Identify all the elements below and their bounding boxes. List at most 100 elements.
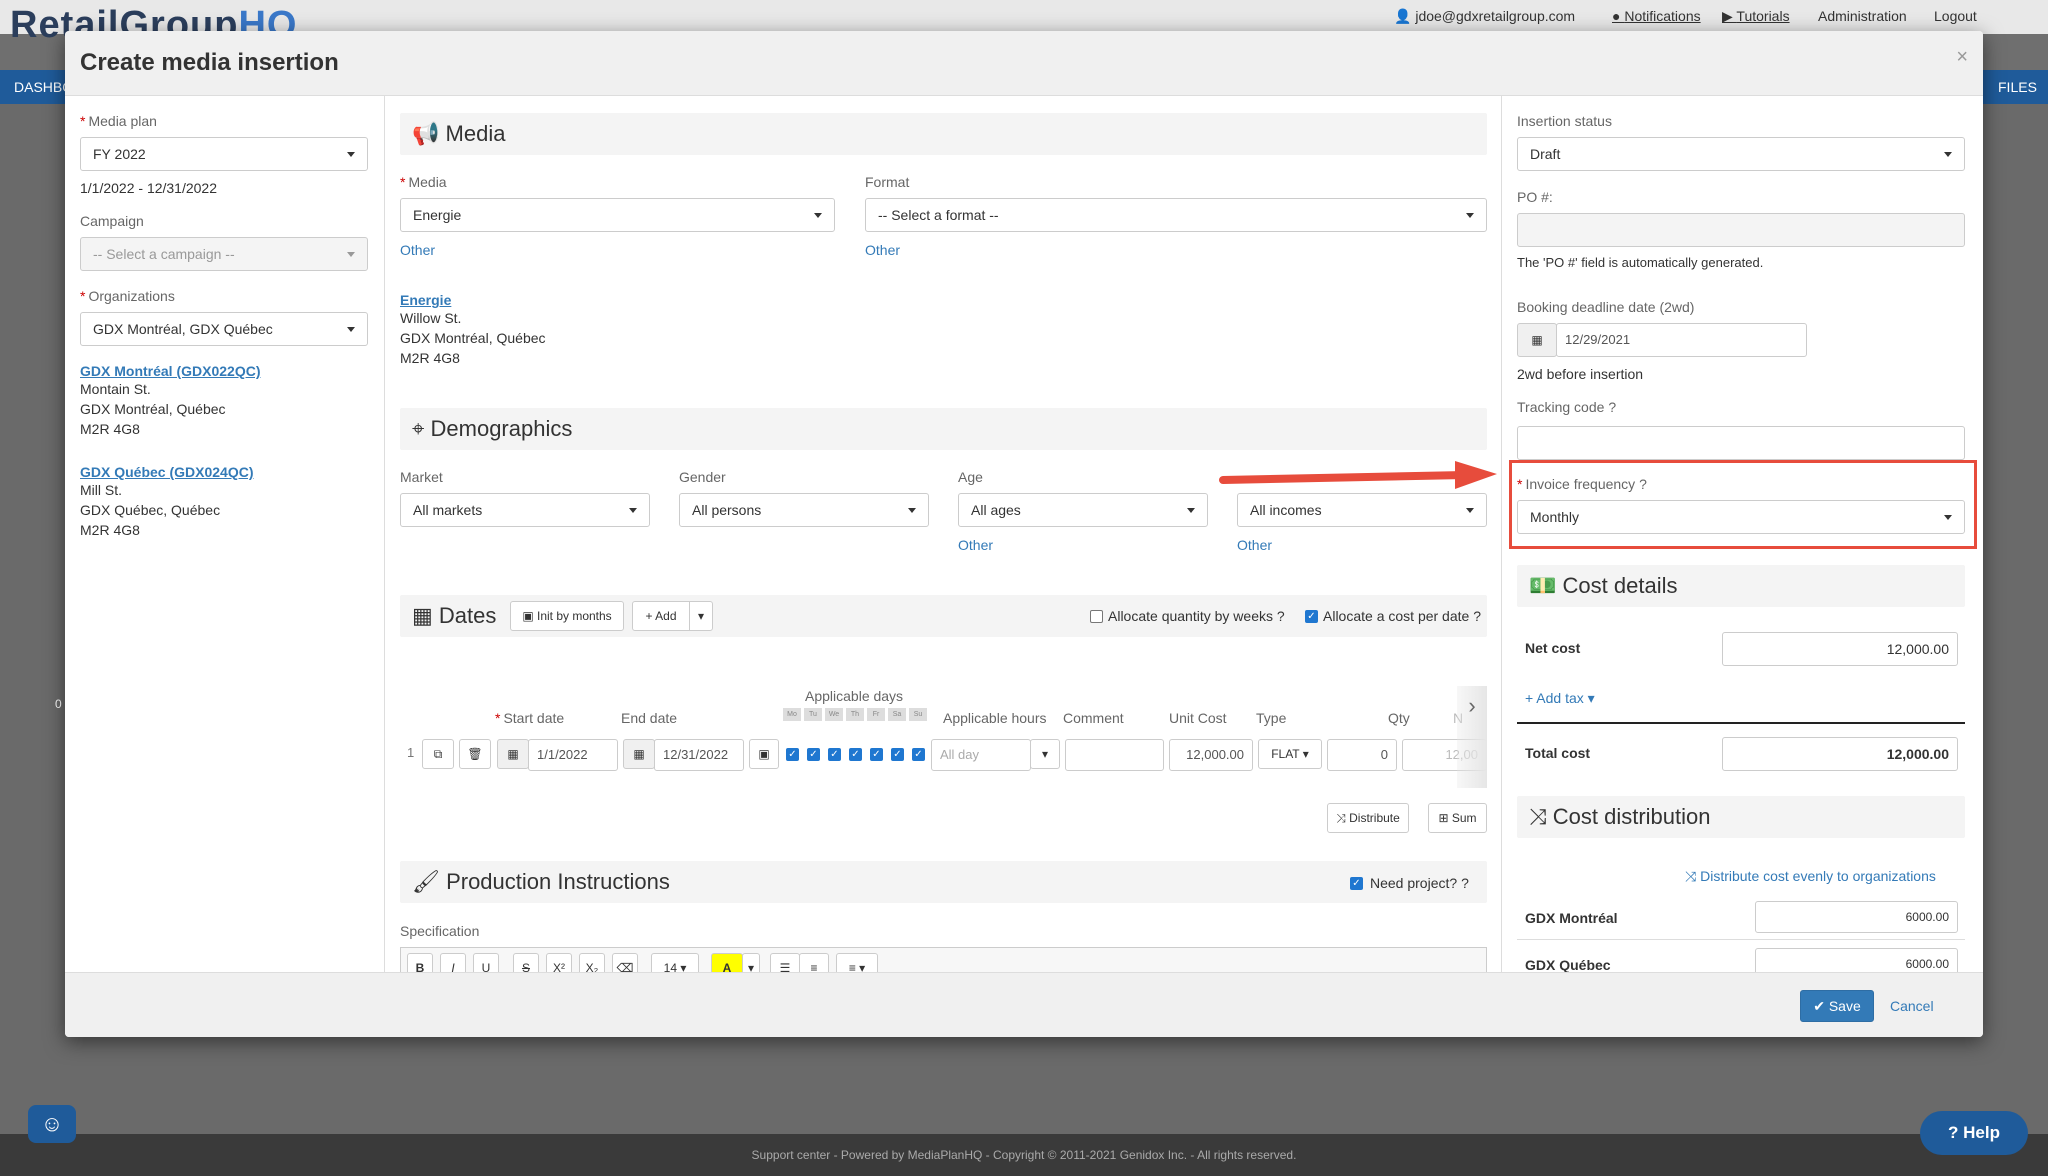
help-button[interactable]: ? Help <box>1920 1111 2028 1155</box>
bold-icon[interactable]: B <box>407 953 433 972</box>
tutorials-link[interactable]: ▶ Tutorials <box>1722 8 1790 25</box>
booking-calendar-icon[interactable]: ▦ <box>1517 323 1557 357</box>
income-other-link[interactable]: Other <box>1237 537 1272 553</box>
color-dropdown-icon[interactable]: ▾ <box>742 953 760 972</box>
day-checkbox[interactable]: ✓ <box>870 748 883 761</box>
day-header: Su <box>909 708 927 721</box>
chat-bot-icon[interactable]: ☺ <box>28 1105 76 1143</box>
campaign-label: Campaign <box>80 213 144 229</box>
copy-row-icon[interactable]: ⧉ <box>422 739 454 769</box>
tracking-code-input[interactable] <box>1517 426 1965 460</box>
user-menu[interactable]: 👤 jdoe@gdxretailgroup.com <box>1394 8 1575 25</box>
total-cost-input[interactable]: 12,000.00 <box>1722 737 1958 771</box>
demographics-section-header: ⌖ Demographics <box>400 408 1487 450</box>
bg-axis-zero: 0 <box>55 697 62 711</box>
gender-select[interactable]: All persons <box>679 493 929 527</box>
unit-cost-input[interactable]: 12,000.00 <box>1169 739 1253 771</box>
net-cost-input[interactable]: 12,000.00 <box>1722 632 1958 666</box>
booking-deadline-input[interactable]: 12/29/2021 <box>1556 323 1807 357</box>
day-checkbox[interactable]: ✓ <box>849 748 862 761</box>
cost-details-section-header: 💵 Cost details <box>1517 565 1965 607</box>
app-footer: Support center - Powered by MediaPlanHQ … <box>0 1134 2048 1176</box>
income-select[interactable]: All incomes <box>1237 493 1487 527</box>
subscript-icon[interactable]: X₂ <box>579 953 605 972</box>
notifications-link[interactable]: ● Notifications <box>1612 8 1701 24</box>
trash-icon[interactable]: 🗑 <box>459 739 491 769</box>
font-size-dropdown[interactable]: 14 ▾ <box>651 953 699 972</box>
allocate-cost-checkbox[interactable]: ✓ <box>1305 610 1318 623</box>
init-by-months-button[interactable]: ▣ Init by months <box>510 601 624 631</box>
eraser-icon[interactable]: ⌫ <box>612 953 638 972</box>
need-project-label: Need project? ? <box>1370 875 1469 891</box>
end-date-input[interactable]: 12/31/2022 <box>654 739 744 771</box>
add-date-button[interactable]: + Add <box>632 601 690 631</box>
age-other-link[interactable]: Other <box>958 537 993 553</box>
strikethrough-icon[interactable]: S <box>513 953 539 972</box>
market-select[interactable]: All markets <box>400 493 650 527</box>
sum-button[interactable]: ⊞ Sum <box>1428 803 1487 833</box>
numbered-list-icon[interactable]: ≡ <box>799 953 829 972</box>
align-dropdown-icon[interactable]: ≡ ▾ <box>836 953 878 972</box>
total-divider <box>1517 722 1965 724</box>
day-checkbox[interactable]: ✓ <box>828 748 841 761</box>
unit-cost-header: Unit Cost <box>1169 710 1227 726</box>
format-other-link[interactable]: Other <box>865 242 900 258</box>
day-checkbox[interactable]: ✓ <box>912 748 925 761</box>
hours-dropdown-toggle[interactable]: ▾ <box>1030 739 1060 769</box>
cost-distribution-title: ⤨ Cost distribution <box>1529 804 1711 829</box>
save-button[interactable]: ✔ Save <box>1800 990 1874 1022</box>
scroll-right-icon[interactable]: › <box>1457 686 1487 788</box>
type-dropdown[interactable]: FLAT ▾ <box>1258 739 1322 769</box>
vendor-link[interactable]: Energie <box>400 292 546 308</box>
administration-link[interactable]: Administration <box>1818 8 1907 24</box>
organizations-select[interactable]: GDX Montréal, GDX Québec <box>80 312 368 346</box>
italic-icon[interactable]: I <box>440 953 466 972</box>
dist-org-value-input[interactable]: 6000.00 <box>1755 901 1958 933</box>
bulleted-list-icon[interactable]: ☰ <box>770 953 800 972</box>
qty-input[interactable]: 0 <box>1327 739 1397 771</box>
day-checkbox[interactable]: ✓ <box>891 748 904 761</box>
add-tax-link[interactable]: + Add tax ▾ <box>1525 690 1595 707</box>
start-calendar-icon[interactable]: ▦ <box>497 739 529 769</box>
nav-files[interactable]: FILES <box>1998 79 2037 95</box>
underline-icon[interactable]: U <box>473 953 499 972</box>
distribute-button[interactable]: ⤨ Distribute <box>1327 803 1409 833</box>
bell-icon: ● <box>1612 8 1625 24</box>
campaign-select[interactable]: -- Select a campaign -- <box>80 237 368 271</box>
total-cost-label: Total cost <box>1525 745 1591 761</box>
superscript-icon[interactable]: X² <box>546 953 572 972</box>
highlight-color-icon[interactable]: A <box>711 953 743 972</box>
add-dropdown-toggle[interactable]: ▾ <box>689 601 713 631</box>
insertion-status-select[interactable]: Draft <box>1517 137 1965 171</box>
org-link-quebec[interactable]: GDX Québec (GDX024QC) <box>80 464 254 480</box>
day-checkbox[interactable]: ✓ <box>786 748 799 761</box>
age-select[interactable]: All ages <box>958 493 1208 527</box>
logout-link[interactable]: Logout <box>1934 8 1977 24</box>
org-street: Mill St. <box>80 482 122 498</box>
format-select[interactable]: -- Select a format -- <box>865 198 1487 232</box>
calendar-check-icon[interactable]: ▣ <box>749 739 779 769</box>
day-checkbox[interactable]: ✓ <box>807 748 820 761</box>
applicable-hours-input[interactable]: All day <box>931 739 1031 771</box>
invoice-frequency-select[interactable]: Monthly <box>1517 500 1965 534</box>
money-icon: 💵 <box>1529 573 1557 598</box>
distribute-evenly-link[interactable]: ⤨ Distribute cost evenly to organization… <box>1685 868 1936 885</box>
specification-label: Specification <box>400 923 480 939</box>
org-link-montreal[interactable]: GDX Montréal (GDX022QC) <box>80 363 260 379</box>
cancel-link[interactable]: Cancel <box>1890 998 1934 1014</box>
cost-distribution-section-header: ⤨ Cost distribution <box>1517 796 1965 838</box>
media-other-link[interactable]: Other <box>400 242 435 258</box>
end-calendar-icon[interactable]: ▦ <box>623 739 655 769</box>
media-plan-label: * Media plan <box>80 113 157 129</box>
start-date-input[interactable]: 1/1/2022 <box>528 739 618 771</box>
media-plan-select[interactable]: FY 2022 <box>80 137 368 171</box>
media-select[interactable]: Energie <box>400 198 835 232</box>
need-project-checkbox[interactable]: ✓ <box>1350 877 1363 890</box>
dist-org-value-input[interactable]: 6000.00 <box>1755 948 1958 972</box>
middle-column: 📢 Media * Media Energie Other Format -- S… <box>385 96 1502 972</box>
close-icon[interactable]: × <box>1956 46 1968 69</box>
comment-input[interactable] <box>1065 739 1164 771</box>
allocate-qty-checkbox[interactable] <box>1090 610 1103 623</box>
market-label: Market <box>400 469 443 485</box>
applicable-hours-header: Applicable hours <box>943 710 1047 726</box>
